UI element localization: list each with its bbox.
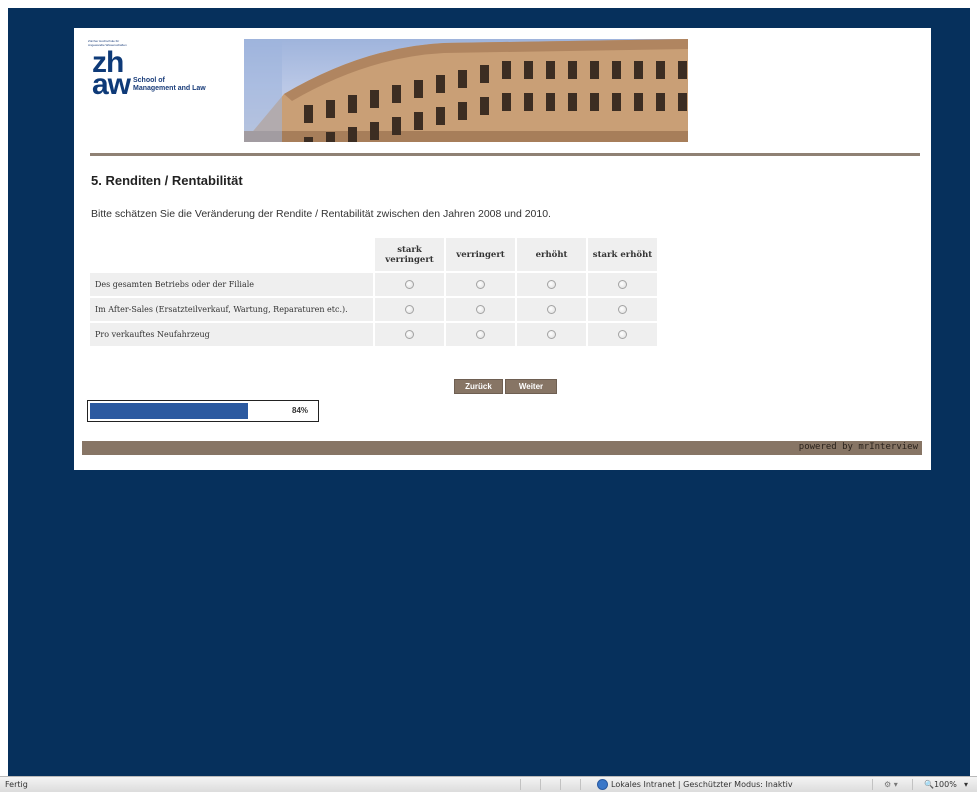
column-header: stark erhöht: [588, 238, 657, 271]
option-cell: [446, 298, 515, 321]
browser-viewport: Zürcher Hochschule für Angewandte Wissen…: [8, 8, 970, 776]
column-header: stark verringert: [375, 238, 444, 271]
option-cell: [375, 273, 444, 296]
radio-button-icon[interactable]: [547, 330, 556, 340]
question-text: Bitte schätzen Sie die Veränderung der R…: [91, 208, 551, 220]
radio-button-icon[interactable]: [476, 280, 485, 290]
matrix-corner: [90, 238, 373, 271]
matrix-row: Pro verkauftes Neufahrzeug: [90, 323, 657, 346]
progress-bar: 84%: [87, 400, 319, 422]
option-cell: [446, 273, 515, 296]
status-divider: [520, 779, 521, 790]
option-cell: [517, 273, 586, 296]
option-cell: [588, 323, 657, 346]
column-header: verringert: [446, 238, 515, 271]
status-divider: [540, 779, 541, 790]
security-zone-icon[interactable]: [597, 779, 608, 790]
logo-aw: aw: [92, 68, 131, 101]
next-button[interactable]: Weiter: [505, 379, 557, 394]
matrix-row: Des gesamten Betriebs oder der Filiale: [90, 273, 657, 296]
matrix-header-row: stark verringert verringert erhöht stark…: [90, 238, 657, 271]
zoom-value: 100%: [933, 780, 957, 789]
zoom-level[interactable]: 🔍100%: [924, 780, 957, 789]
title-divider: [90, 153, 920, 156]
logo-school-name: School of Management and Law: [133, 77, 206, 93]
row-label: Pro verkauftes Neufahrzeug: [90, 323, 373, 346]
radio-button-icon[interactable]: [405, 280, 414, 290]
radio-button-icon[interactable]: [547, 280, 556, 290]
radio-button-icon[interactable]: [618, 330, 627, 340]
security-zone-text[interactable]: Lokales Intranet | Geschützter Modus: In…: [611, 780, 793, 789]
option-cell: [517, 323, 586, 346]
option-cell: [517, 298, 586, 321]
row-label: Im After-Sales (Ersatzteilverkauf, Wartu…: [90, 298, 373, 321]
radio-button-icon[interactable]: [405, 330, 414, 340]
status-divider: [580, 779, 581, 790]
logo-school-text: School of Management and Law: [133, 77, 206, 92]
zoom-icon: 🔍: [924, 780, 934, 789]
option-cell: [375, 298, 444, 321]
section-title: 5. Renditen / Rentabilität: [91, 173, 243, 188]
powered-by-text: powered by mrInterview: [798, 442, 918, 452]
column-header: erhöht: [517, 238, 586, 271]
radio-button-icon[interactable]: [476, 305, 485, 315]
option-cell: [588, 298, 657, 321]
browser-status-bar: Fertig Lokales Intranet | Geschützter Mo…: [0, 776, 977, 792]
radio-button-icon[interactable]: [618, 305, 627, 315]
footer-bar: powered by mrInterview: [82, 441, 922, 455]
radio-button-icon[interactable]: [547, 305, 556, 315]
survey-page: Zürcher Hochschule für Angewandte Wissen…: [74, 28, 931, 470]
building-illustration: [244, 39, 688, 142]
progress-label: 84%: [292, 406, 309, 415]
rating-matrix: stark verringert verringert erhöht stark…: [88, 236, 659, 348]
back-button[interactable]: Zurück: [454, 379, 503, 394]
zhaw-logo: Zürcher Hochschule für Angewandte Wissen…: [88, 39, 228, 103]
progress-fill: [90, 403, 248, 419]
radio-button-icon[interactable]: [476, 330, 485, 340]
zoom-dropdown-icon[interactable]: ▾: [964, 780, 968, 789]
radio-button-icon[interactable]: [618, 280, 627, 290]
status-divider: [872, 779, 873, 790]
option-cell: [375, 323, 444, 346]
row-label: Des gesamten Betriebs oder der Filiale: [90, 273, 373, 296]
status-text: Fertig: [5, 780, 28, 789]
radio-button-icon[interactable]: [405, 305, 414, 315]
tools-icon[interactable]: ⚙ ▾: [884, 780, 898, 789]
option-cell: [588, 273, 657, 296]
matrix-row: Im After-Sales (Ersatzteilverkauf, Wartu…: [90, 298, 657, 321]
header-banner-image: [244, 39, 688, 142]
option-cell: [446, 323, 515, 346]
status-divider: [560, 779, 561, 790]
status-divider: [912, 779, 913, 790]
